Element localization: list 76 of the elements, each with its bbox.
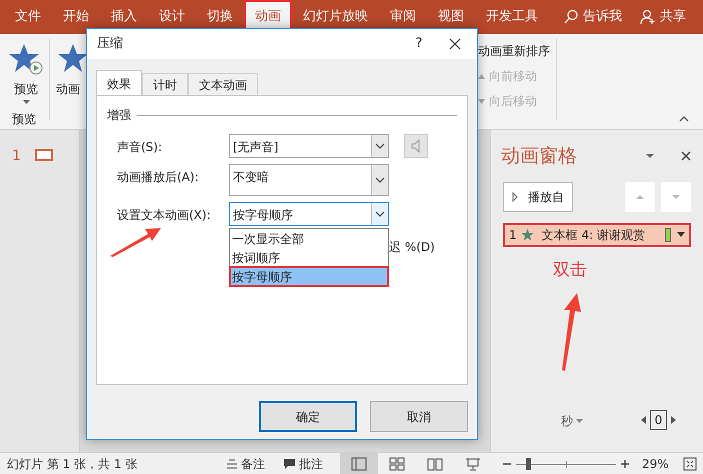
slideshow-view-icon — [465, 456, 481, 470]
dropdown-icon — [645, 153, 655, 160]
menu-tab[interactable]: 文件 — [4, 0, 52, 34]
collapse-icon — [679, 116, 689, 122]
dropdown-icon — [677, 232, 685, 237]
minus-icon — [503, 462, 511, 464]
field-label: 声音(S): — [117, 139, 164, 156]
star-icon — [520, 228, 534, 241]
zoom-level[interactable]: 29% — [642, 454, 669, 472]
normal-view-icon — [351, 456, 367, 470]
comments-button[interactable]: 批注 — [283, 454, 323, 472]
star-play-icon — [9, 42, 43, 76]
pane-title: 动画窗格 — [501, 144, 578, 169]
dropdown-icon — [576, 419, 583, 423]
menu-tab[interactable]: 开发工具 — [475, 0, 549, 34]
plus-icon — [621, 460, 629, 468]
search-icon — [563, 9, 579, 25]
dropdown-option[interactable]: 一次显示全部 — [230, 229, 388, 248]
animation-item[interactable]: 1 文本框 4: 谢谢观赏 — [503, 222, 691, 246]
menu-tab[interactable]: 开始 — [52, 0, 100, 34]
sorter-view-icon — [389, 456, 405, 470]
zoom-slider[interactable] — [516, 458, 616, 470]
up-triangle-icon — [635, 194, 645, 200]
close-icon — [681, 151, 691, 162]
chevron-down-icon — [375, 143, 385, 149]
fit-to-window-icon — [682, 456, 697, 470]
dialog-button[interactable]: 确定 — [259, 401, 357, 432]
close-icon — [449, 38, 461, 50]
left-arrow-icon — [641, 416, 646, 424]
slide-thumbnail[interactable] — [34, 149, 53, 161]
chevron-down-icon — [375, 211, 385, 217]
group-label: 预览 — [12, 111, 36, 128]
dropdown-field[interactable]: 不变暗 — [229, 164, 389, 196]
dropdown-field[interactable]: 按字母顺序 — [229, 202, 389, 226]
help-button[interactable]: ? — [405, 34, 433, 54]
field-label: 设置文本动画(X): — [117, 207, 212, 224]
dropdown-icon — [22, 100, 30, 104]
close-button[interactable] — [679, 149, 693, 164]
annotation-arrow — [108, 226, 162, 258]
annotation-label: 双击 — [553, 259, 587, 282]
share-label[interactable]: 共享 — [660, 7, 686, 27]
slider-thumb[interactable] — [526, 458, 530, 470]
slide-number: 1 — [12, 147, 21, 166]
down-triangle-icon — [671, 194, 681, 200]
reading-view-icon — [427, 456, 443, 470]
slide-info: 幻灯片 第 1 张，共 1 张 — [6, 456, 138, 472]
dropdown-field[interactable]: [无声音] — [229, 134, 389, 158]
tell-me-label[interactable]: 告诉我 — [583, 7, 622, 27]
chevron-down-icon — [375, 177, 385, 183]
speech-bubble-icon — [283, 458, 296, 470]
notes-button[interactable]: 备注 — [226, 454, 265, 472]
normal-view-button[interactable] — [340, 452, 378, 474]
dialog-tab[interactable]: 文本动画 — [188, 73, 258, 95]
dropdown-option[interactable]: 按字母顺序 — [230, 267, 388, 286]
notes-icon — [226, 458, 238, 468]
down-triangle-icon — [478, 98, 485, 104]
dialog-tab[interactable]: 效果 — [96, 70, 142, 96]
dropdown-option[interactable]: 按词顺序 — [230, 248, 388, 267]
reorder-title: 动画重新排序 — [478, 43, 550, 60]
delay-label: 迟 %(D) — [389, 239, 435, 256]
preview-button[interactable]: 预览 — [6, 42, 46, 108]
section-label: 增强 — [107, 107, 131, 124]
play-icon — [512, 192, 518, 202]
zoom-in-button[interactable] — [620, 458, 630, 468]
person-icon — [640, 9, 656, 25]
play-from-button[interactable]: 播放自 — [503, 182, 573, 212]
dialog-button[interactable]: 取消 — [370, 401, 468, 432]
field-label: 动画播放后(A): — [117, 169, 200, 186]
right-arrow-icon — [671, 416, 676, 424]
up-triangle-icon — [478, 74, 485, 78]
counter-field[interactable]: 0 — [650, 410, 667, 430]
animation-styles-button[interactable]: 动画 — [56, 42, 86, 108]
dialog-title: 压缩 — [97, 35, 124, 54]
dialog-tab[interactable]: 计时 — [142, 73, 188, 95]
speaker-icon — [410, 139, 422, 153]
unit-dropdown[interactable]: 秒 — [561, 412, 583, 430]
